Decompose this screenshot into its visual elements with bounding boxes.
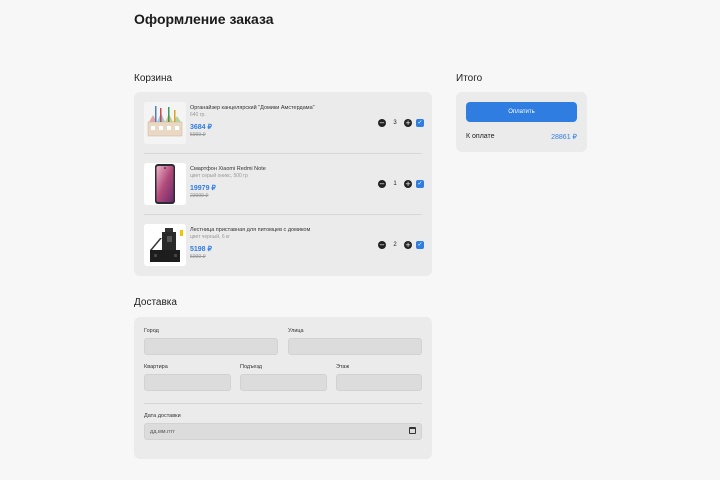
total-title: Итого: [456, 73, 483, 84]
item-old-price: 5999 ₽: [190, 254, 206, 260]
floor-label: Этаж: [336, 364, 350, 370]
street-label: Улица: [288, 328, 304, 334]
amount-due-label: К оплате: [466, 133, 495, 140]
item-old-price: 23999 ₽: [190, 193, 209, 199]
quantity-value: 2: [393, 242, 397, 248]
organizer-image: [144, 102, 186, 144]
item-old-price: 5999 ₽: [190, 132, 206, 138]
cart-panel: Органайзер канцелярский "Домики Амстерда…: [134, 92, 432, 276]
delivery-date-input[interactable]: [144, 423, 422, 440]
quantity-stepper: − 1 +: [378, 179, 412, 189]
item-price: 3684 ₽: [190, 124, 212, 131]
delivery-date-field: [144, 423, 422, 440]
item-name: Лестница приставная для питомцев с домик…: [190, 227, 311, 233]
item-price: 19979 ₽: [190, 185, 216, 192]
quantity-value: 3: [393, 120, 397, 126]
item-details: цвет черный, 6 кг: [190, 234, 231, 240]
total-panel: Оплатить К оплате 28861 ₽: [456, 92, 587, 152]
delivery-date-label: Дата доставки: [144, 413, 181, 419]
quantity-stepper: − 2 +: [378, 240, 412, 250]
increase-quantity-button[interactable]: +: [404, 180, 412, 188]
item-divider: [144, 153, 422, 154]
city-input[interactable]: [144, 338, 278, 355]
quantity-value: 1: [393, 181, 397, 187]
item-name: Смартфон Xiaomi Redmi Note: [190, 166, 266, 172]
item-checkbox[interactable]: ✓: [416, 180, 424, 188]
cart-title: Корзина: [134, 73, 173, 84]
delivery-title: Доставка: [134, 297, 177, 308]
item-divider: [144, 214, 422, 215]
decrease-quantity-button[interactable]: −: [378, 180, 386, 188]
calendar-icon[interactable]: [409, 427, 416, 434]
increase-quantity-button[interactable]: +: [404, 241, 412, 249]
quantity-stepper: − 3 +: [378, 118, 412, 128]
item-price: 5198 ₽: [190, 246, 212, 253]
decrease-quantity-button[interactable]: −: [378, 241, 386, 249]
street-input[interactable]: [288, 338, 422, 355]
apartment-input[interactable]: [144, 374, 231, 391]
delivery-panel: Город Улица Квартира Подъезд Этаж Дата д…: [134, 317, 432, 459]
item-checkbox[interactable]: ✓: [416, 241, 424, 249]
entrance-label: Подъезд: [240, 364, 262, 370]
cart-item: Лестница приставная для питомцев с домик…: [144, 224, 424, 284]
city-label: Город: [144, 328, 159, 334]
item-details: 640 гр.: [190, 112, 206, 118]
page-title: Оформление заказа: [134, 11, 274, 27]
apartment-label: Квартира: [144, 364, 168, 370]
entrance-input[interactable]: [240, 374, 327, 391]
item-checkbox[interactable]: ✓: [416, 119, 424, 127]
item-name: Органайзер канцелярский "Домики Амстерда…: [190, 105, 315, 111]
increase-quantity-button[interactable]: +: [404, 119, 412, 127]
smartphone-image: [144, 163, 186, 205]
amount-due-value: 28861 ₽: [551, 134, 577, 141]
decrease-quantity-button[interactable]: −: [378, 119, 386, 127]
section-divider: [144, 403, 422, 404]
floor-input[interactable]: [336, 374, 422, 391]
item-details: цвет серый оникс, 500 гр: [190, 173, 248, 179]
pay-button[interactable]: Оплатить: [466, 102, 577, 122]
pet-ladder-image: [144, 224, 186, 266]
